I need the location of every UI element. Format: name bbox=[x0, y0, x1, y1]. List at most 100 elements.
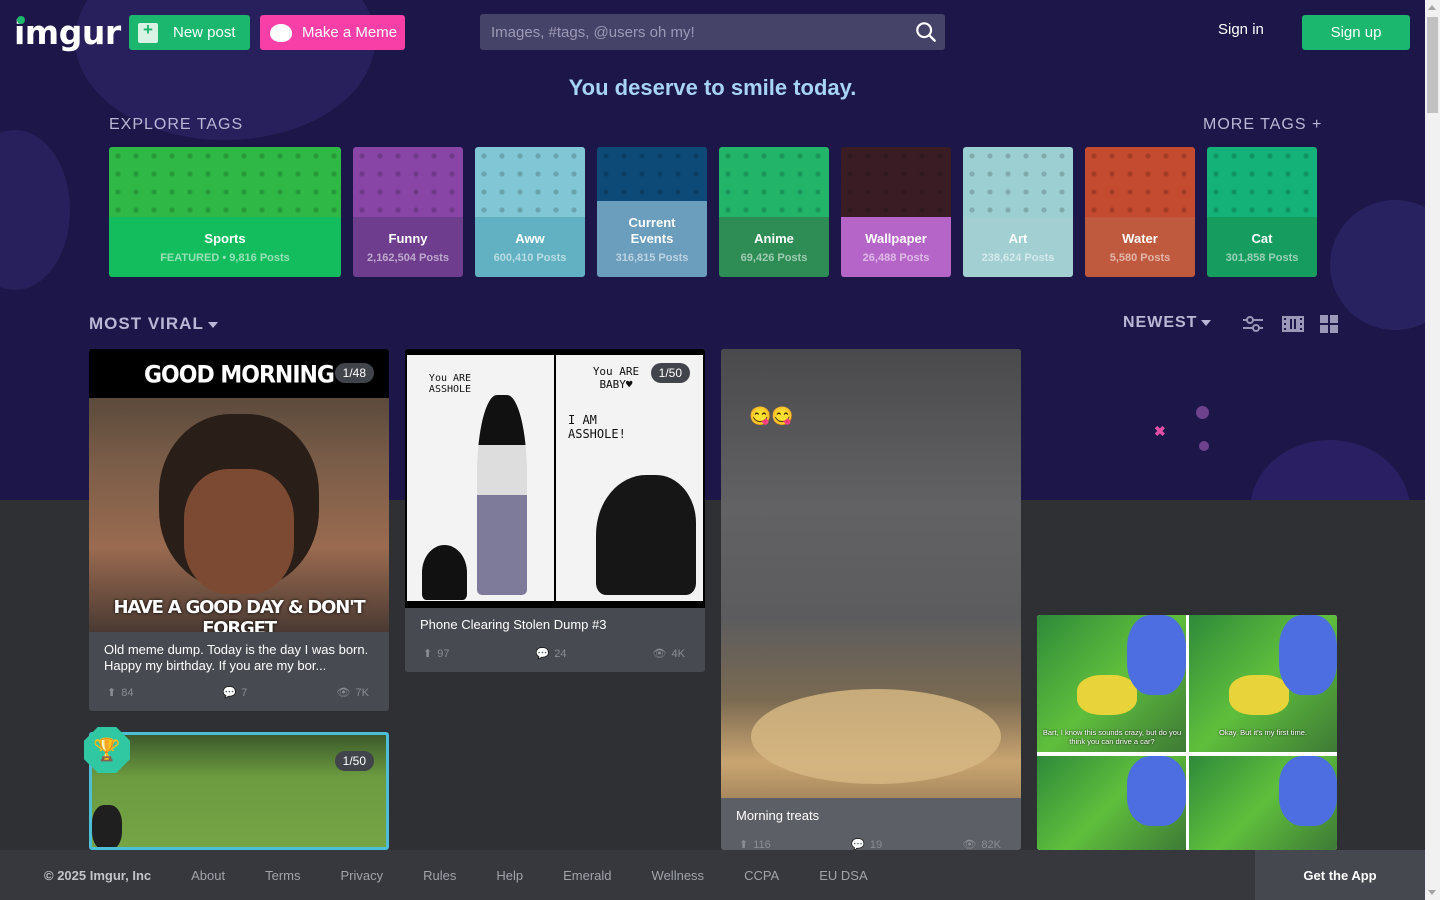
eye-icon: 👁 bbox=[336, 687, 351, 699]
copyright: © 2025 Imgur, Inc bbox=[44, 867, 152, 883]
get-the-app-button[interactable]: Get the App bbox=[1255, 850, 1425, 900]
tag-name: Current Events bbox=[628, 214, 676, 246]
tag-card-cat[interactable]: Cat 301,858 Posts bbox=[1207, 147, 1317, 277]
post-stats: ⬆ 97 💬 24 👁 4K bbox=[405, 633, 705, 672]
tag-count: 69,426 Posts bbox=[740, 251, 808, 264]
footer-link-terms[interactable]: Terms bbox=[265, 868, 300, 883]
caret-down-icon bbox=[207, 321, 218, 328]
image-emoji: 😋😋 bbox=[749, 406, 794, 426]
make-meme-button[interactable]: Make a Meme bbox=[260, 15, 405, 50]
comic-panel: Okay. But it's my first time. bbox=[1189, 615, 1337, 752]
tag-pattern bbox=[353, 147, 463, 217]
imgur-logo[interactable]: imgur bbox=[14, 13, 121, 52]
scroll-down-arrow-icon[interactable] bbox=[1428, 890, 1436, 895]
tag-card-wallpaper[interactable]: Wallpaper 26,488 Posts bbox=[841, 147, 951, 277]
comic-panel bbox=[1037, 756, 1186, 850]
post-card[interactable]: You ARE ASSHOLE You ARE BABY♥ I AM ASSHO… bbox=[405, 349, 705, 672]
tag-card-funny[interactable]: Funny 2,162,504 Posts bbox=[353, 147, 463, 277]
post-card[interactable]: GOOD MORNING HAVE A GOOD DAY & DON'T FOR… bbox=[89, 349, 389, 711]
tag-pattern bbox=[1207, 147, 1317, 217]
tag-pattern bbox=[1085, 147, 1195, 217]
more-tags-link[interactable]: MORE TAGS + bbox=[1203, 116, 1322, 134]
eye-icon: 👁 bbox=[652, 648, 667, 660]
image-count-badge: 1/50 bbox=[650, 363, 690, 383]
tag-pattern bbox=[841, 147, 951, 217]
post-card-promoted[interactable]: 1/50 bbox=[89, 732, 389, 850]
footer: © 2025 Imgur, Inc About Terms Privacy Ru… bbox=[0, 850, 1425, 900]
explore-tags-title: EXPLORE TAGS bbox=[109, 116, 244, 133]
cat-face-icon bbox=[270, 23, 292, 42]
footer-link-emerald[interactable]: Emerald bbox=[563, 868, 611, 883]
post-card[interactable]: Bart, I know this sounds crazy, but do y… bbox=[1037, 615, 1337, 850]
eye-icon: 👁 bbox=[962, 839, 977, 850]
footer-link-eu-dsa[interactable]: EU DSA bbox=[819, 868, 867, 883]
view-count: 4K bbox=[671, 647, 685, 660]
comic-panel bbox=[1189, 756, 1337, 850]
footer-link-ccpa[interactable]: CCPA bbox=[744, 868, 779, 883]
tag-pattern bbox=[963, 147, 1073, 217]
search-input[interactable] bbox=[480, 14, 900, 50]
comic-panel: Bart, I know this sounds crazy, but do y… bbox=[1037, 615, 1186, 752]
comic-panel-left: You ARE ASSHOLE bbox=[407, 355, 554, 601]
decor-dot bbox=[1199, 441, 1209, 451]
comment-count: 7 bbox=[241, 686, 248, 699]
tag-count: 316,815 Posts bbox=[615, 251, 689, 264]
tag-name: Sports bbox=[204, 230, 246, 246]
footer-link-about[interactable]: About bbox=[191, 868, 225, 883]
tag-card-anime[interactable]: Anime 69,426 Posts bbox=[719, 147, 829, 277]
image-bottom-text: HAVE A GOOD DAY & DON'T FORGET bbox=[113, 597, 366, 632]
post-card[interactable]: 😋😋 Morning treats ⬆ 116 💬 19 👁 82K bbox=[721, 349, 1021, 850]
upvote-icon[interactable]: ⬆ bbox=[107, 686, 116, 699]
post-video-thumbnail: 😋😋 bbox=[721, 349, 1021, 798]
upvote-count: 97 bbox=[437, 647, 450, 660]
decor-dot bbox=[1196, 406, 1209, 419]
upvote-icon[interactable]: ⬆ bbox=[739, 838, 748, 850]
footer-link-rules[interactable]: Rules bbox=[423, 868, 456, 883]
tag-count: 600,410 Posts bbox=[493, 251, 567, 264]
page-scrollbar[interactable] bbox=[1425, 0, 1440, 900]
list-view-icon[interactable] bbox=[1282, 315, 1304, 333]
tag-card-sports[interactable]: Sports FEATURED • 9,816 Posts bbox=[109, 147, 341, 277]
scroll-up-arrow-icon[interactable] bbox=[1428, 5, 1436, 10]
logo-dot bbox=[17, 16, 25, 24]
upvote-count: 116 bbox=[753, 838, 771, 851]
tag-card-current-events[interactable]: Current Events 316,815 Posts bbox=[597, 147, 707, 277]
tag-name: Cat bbox=[1251, 230, 1273, 246]
comment-icon: 💬 bbox=[851, 839, 865, 850]
post-title: Old meme dump. Today is the day I was bo… bbox=[104, 642, 369, 673]
caret-down-icon bbox=[1201, 319, 1212, 326]
cat-figure bbox=[422, 545, 467, 600]
tag-name: Aww bbox=[515, 230, 545, 246]
comic-panel-right: You ARE BABY♥ I AM ASSHOLE! bbox=[556, 355, 703, 601]
grid-view-icon[interactable] bbox=[1320, 315, 1338, 333]
tag-card-art[interactable]: Art 238,624 Posts bbox=[963, 147, 1073, 277]
tag-card-aww[interactable]: Aww 600,410 Posts bbox=[475, 147, 585, 277]
post-image: GOOD MORNING HAVE A GOOD DAY & DON'T FOR… bbox=[89, 349, 389, 632]
upvote-count: 84 bbox=[121, 686, 134, 699]
upvote-icon[interactable]: ⬆ bbox=[423, 647, 432, 660]
post-image: You ARE ASSHOLE You ARE BABY♥ I AM ASSHO… bbox=[405, 349, 705, 608]
post-stats: ⬆ 116 💬 19 👁 82K bbox=[721, 824, 1021, 851]
sign-in-link[interactable]: Sign in bbox=[1218, 21, 1264, 38]
comment-icon: 💬 bbox=[222, 687, 237, 699]
tag-name: Art bbox=[1008, 230, 1028, 246]
footer-link-wellness[interactable]: Wellness bbox=[652, 868, 705, 883]
section-sort-dropdown[interactable]: MOST VIRAL bbox=[89, 314, 218, 334]
settings-sliders-icon[interactable] bbox=[1242, 315, 1264, 333]
trophy-badge-icon: 🏆 bbox=[84, 727, 130, 773]
decor-star-icon: ✖ bbox=[1154, 423, 1166, 439]
search-icon[interactable] bbox=[915, 21, 937, 43]
tag-name: Water bbox=[1122, 230, 1158, 246]
scrollbar-thumb[interactable] bbox=[1427, 17, 1438, 113]
comic-subtitle: Bart, I know this sounds crazy, but do y… bbox=[1042, 728, 1182, 746]
post-title: Phone Clearing Stolen Dump #3 bbox=[420, 617, 607, 632]
comment-icon: 💬 bbox=[535, 648, 550, 660]
tag-card-water[interactable]: Water 5,580 Posts bbox=[1085, 147, 1195, 277]
new-post-button[interactable]: New post bbox=[129, 15, 250, 50]
footer-link-help[interactable]: Help bbox=[496, 868, 523, 883]
post-title: Morning treats bbox=[736, 808, 820, 823]
footer-link-privacy[interactable]: Privacy bbox=[341, 868, 384, 883]
order-sort-dropdown[interactable]: NEWEST bbox=[1123, 314, 1212, 332]
sign-up-button[interactable]: Sign up bbox=[1302, 15, 1410, 50]
post-video-thumbnail: 1/50 bbox=[92, 735, 386, 847]
